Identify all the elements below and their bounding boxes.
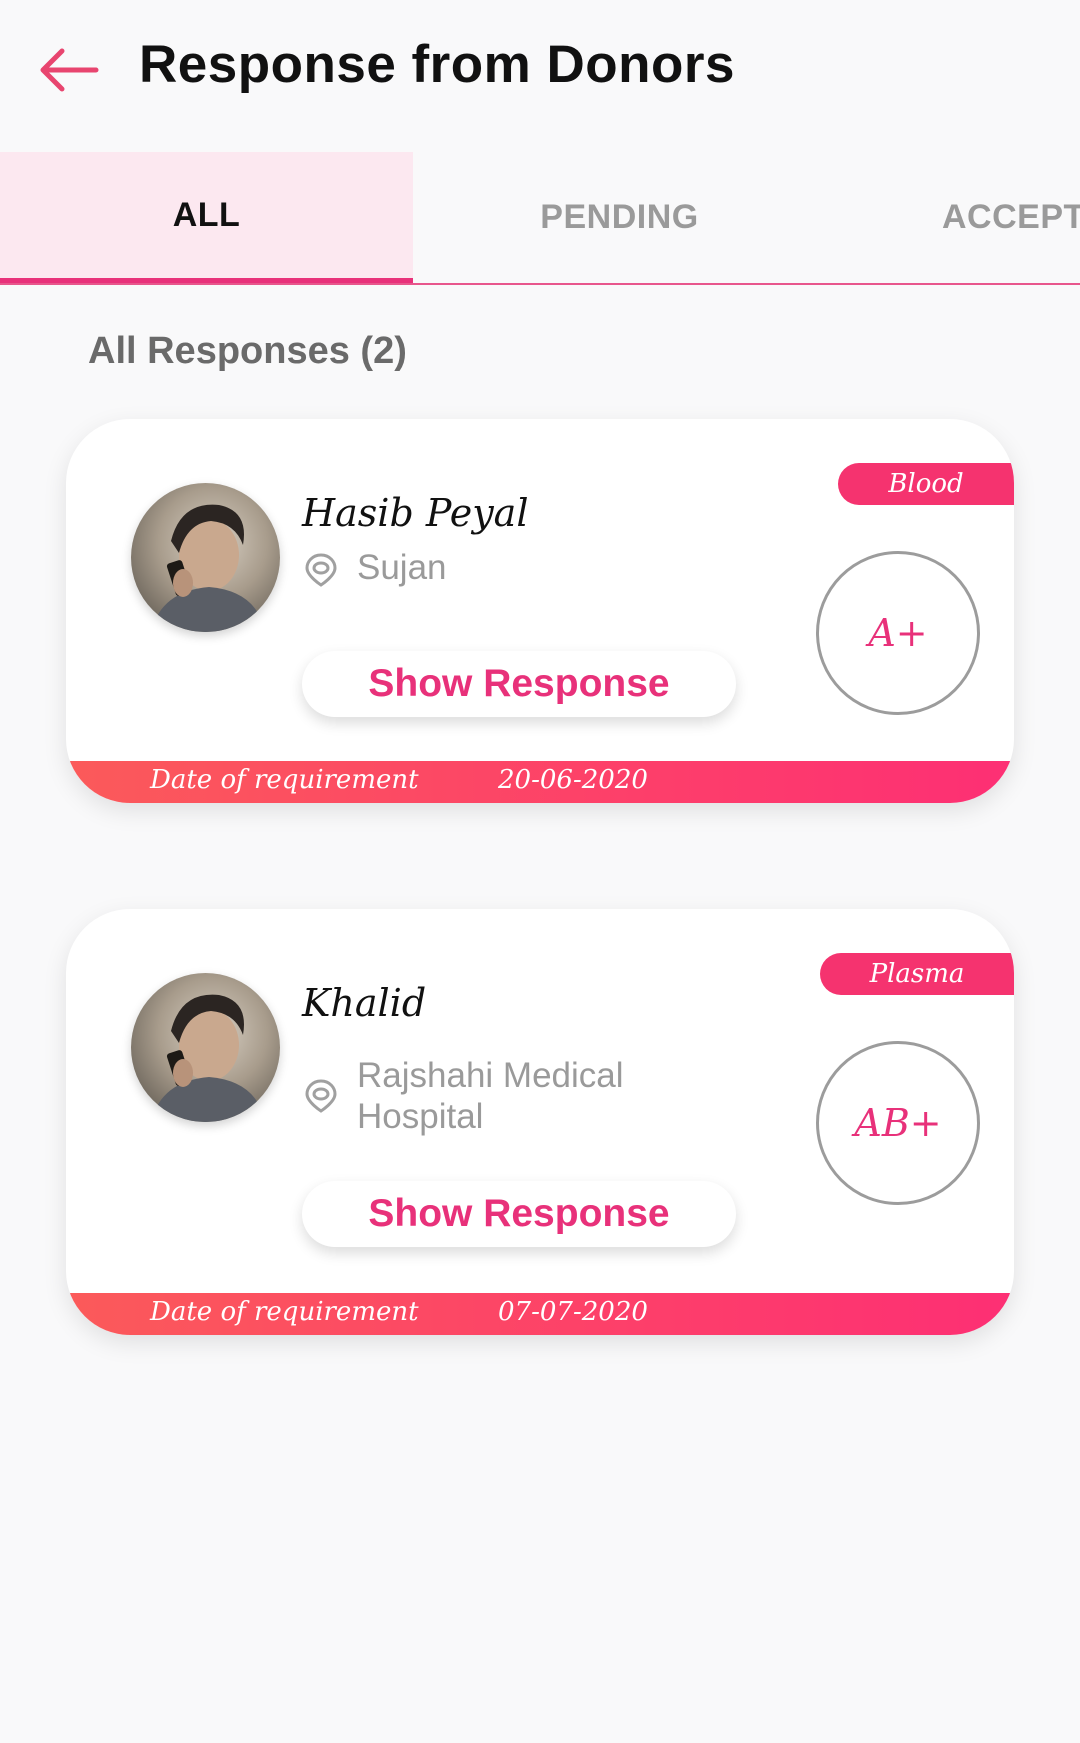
back-button[interactable] <box>38 45 100 95</box>
show-response-button[interactable]: Show Response <box>302 651 736 717</box>
donor-name: Hasib Peyal <box>302 491 529 535</box>
section-title: All Responses (2) <box>88 330 407 372</box>
donor-location: Sujan <box>357 548 447 587</box>
page-title: Response from Donors <box>139 35 736 94</box>
tab-pending[interactable]: PENDING <box>413 152 826 283</box>
tab-bar: ALL PENDING ACCEPTED <box>0 152 1080 285</box>
location-pin-icon <box>302 1077 340 1115</box>
app-header: Response from Donors <box>0 0 1080 150</box>
blood-group-circle: A+ <box>816 551 980 715</box>
show-response-button[interactable]: Show Response <box>302 1181 736 1247</box>
tab-all[interactable]: ALL <box>0 152 413 283</box>
person-photo <box>151 504 265 632</box>
date-value: 07-07-2020 <box>498 1297 648 1327</box>
donor-name: Khalid <box>302 981 427 1025</box>
date-bar: Date of requirement 20-06-2020 <box>66 761 1014 803</box>
date-value: 20-06-2020 <box>498 765 648 795</box>
avatar <box>131 483 280 632</box>
request-type-badge: Blood <box>838 463 1014 505</box>
date-label: Date of requirement <box>150 765 419 795</box>
avatar <box>131 973 280 1122</box>
date-label: Date of requirement <box>150 1297 419 1327</box>
location-pin-icon <box>302 551 340 589</box>
person-photo <box>151 994 265 1122</box>
arrow-left-icon <box>40 48 99 92</box>
date-bar: Date of requirement 07-07-2020 <box>66 1293 1014 1335</box>
donor-card: Hasib Peyal Sujan Show Response Blood A+… <box>66 419 1014 803</box>
tab-accepted[interactable]: ACCEPTED <box>826 152 1080 283</box>
donor-location: Rajshahi Medical Hospital <box>357 1056 624 1136</box>
blood-group-circle: AB+ <box>816 1041 980 1205</box>
request-type-badge: Plasma <box>820 953 1014 995</box>
donor-card: Khalid Rajshahi Medical Hospital Show Re… <box>66 909 1014 1335</box>
